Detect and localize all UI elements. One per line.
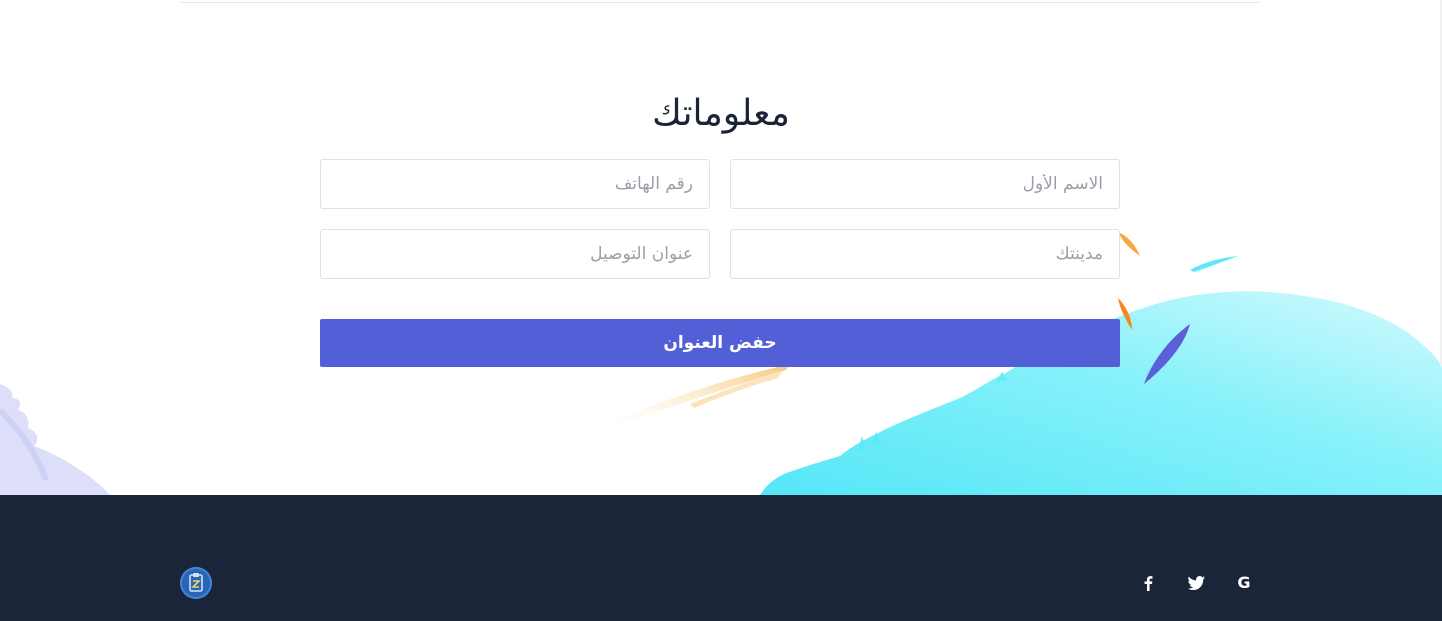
save-address-button[interactable]: حفض العنوان: [320, 319, 1120, 367]
gold-streak: [598, 364, 790, 428]
cyan-brush-stroke: [1190, 256, 1238, 272]
left-splash-shape: [0, 384, 110, 495]
clipboard-logo-icon[interactable]: [180, 567, 212, 599]
background-decoration: [0, 232, 1442, 495]
facebook-icon[interactable]: [1136, 571, 1160, 595]
google-icon[interactable]: G: [1232, 571, 1256, 595]
city-input[interactable]: [730, 229, 1120, 279]
twitter-icon[interactable]: [1184, 571, 1208, 595]
footer: G: [0, 495, 1442, 621]
phone-input[interactable]: [320, 159, 710, 209]
orange-feather-top: [1118, 232, 1140, 256]
delivery-address-input[interactable]: [320, 229, 710, 279]
first-name-input[interactable]: [730, 159, 1120, 209]
form-title: معلوماتك: [652, 93, 790, 134]
page: معلوماتك حفض العنوان G: [0, 0, 1442, 621]
